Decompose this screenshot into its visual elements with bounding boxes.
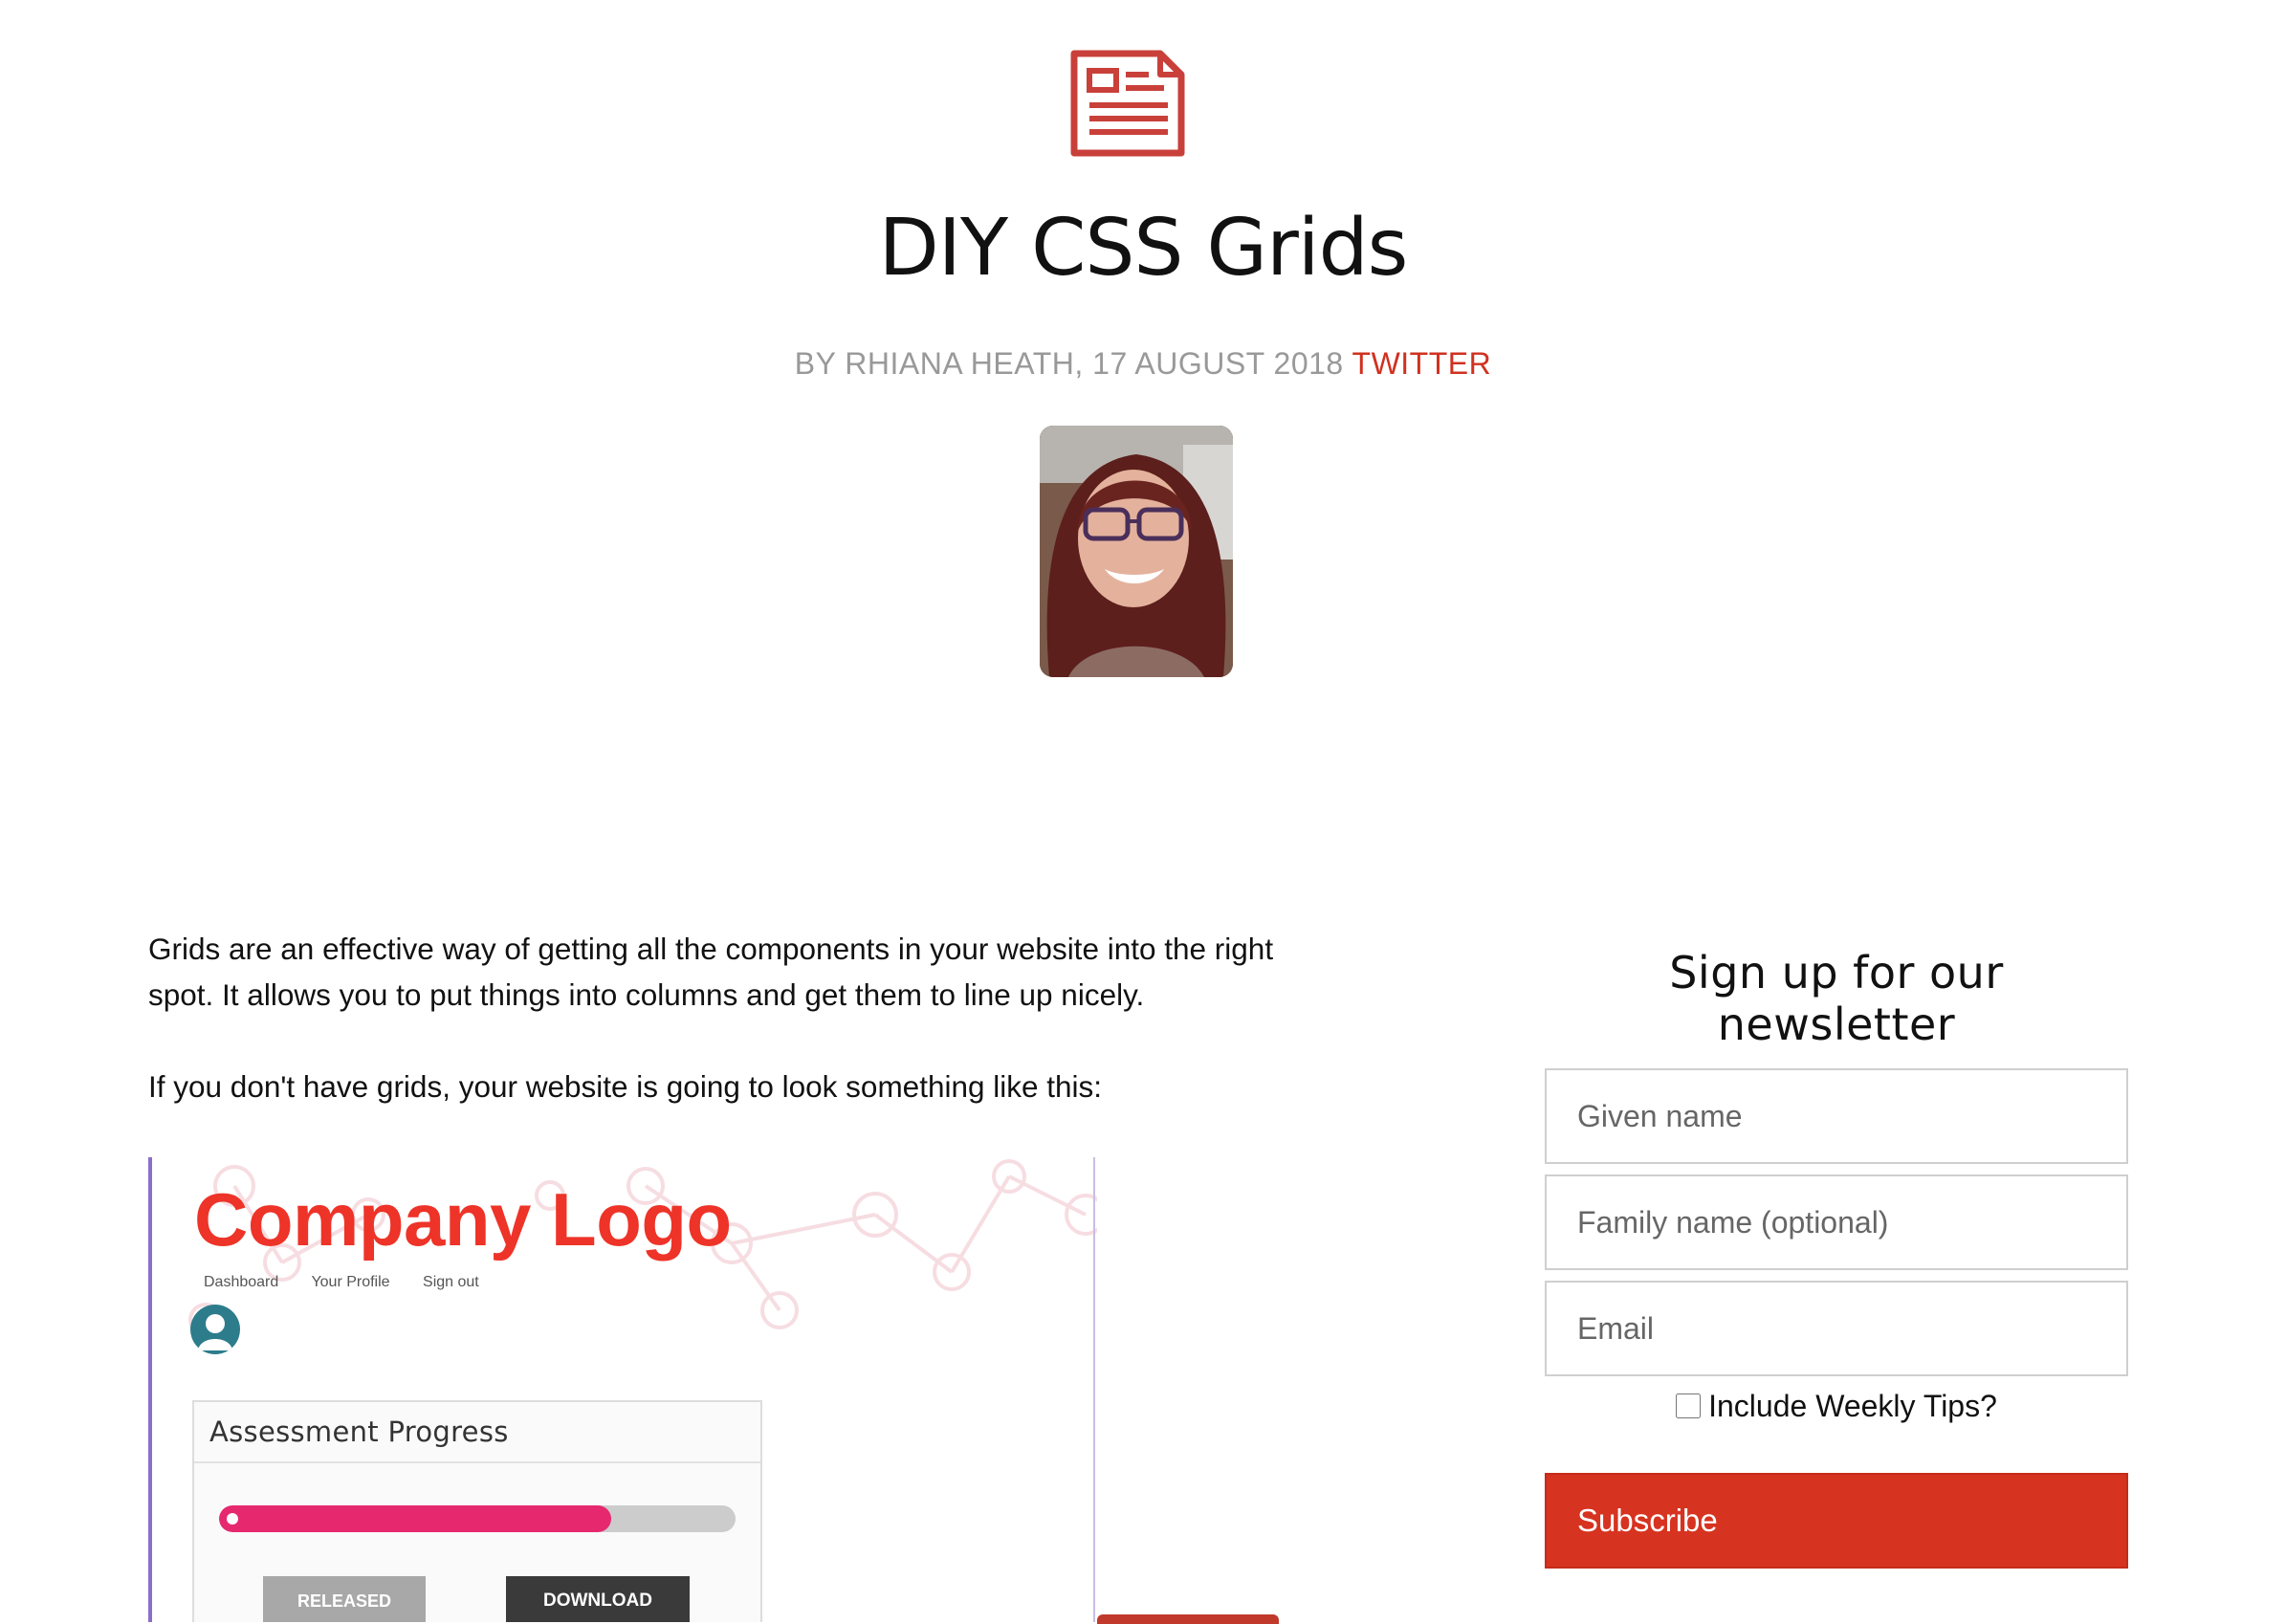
- assessment-progress-card: Assessment Progress RELEASED DOWNLOAD: [192, 1400, 762, 1622]
- newsletter-form: Sign up for our newsletter Include Weekl…: [1545, 947, 2128, 1569]
- download-button: DOWNLOAD: [506, 1576, 690, 1622]
- progress-fill: [219, 1505, 612, 1532]
- company-logo-text: Company Logo: [194, 1177, 732, 1262]
- author-photo: [1040, 426, 1233, 677]
- article-byline: BY RHIANA HEATH, 17 AUGUST 2018 TWITTER: [0, 346, 2286, 382]
- byline-text: BY RHIANA HEATH, 17 AUGUST 2018: [794, 346, 1344, 381]
- progress-dot: [227, 1513, 238, 1525]
- newspaper-icon: [1070, 50, 1185, 157]
- weekly-tips-checkbox[interactable]: [1676, 1393, 1702, 1418]
- figure-bottom-accent: [1097, 1614, 1279, 1624]
- example-nav-dashboard: Dashboard: [204, 1274, 279, 1290]
- family-name-input[interactable]: [1545, 1174, 2128, 1270]
- subscribe-button[interactable]: Subscribe: [1545, 1473, 2128, 1569]
- grid-line-left: [148, 1157, 152, 1622]
- given-name-input[interactable]: [1545, 1068, 2128, 1164]
- user-avatar-icon: [190, 1305, 240, 1354]
- paragraph-intro: Grids are an effective way of getting al…: [148, 932, 1274, 1012]
- paragraph-lead-in: If you don't have grids, your website is…: [148, 1069, 1103, 1104]
- card-title: Assessment Progress: [194, 1402, 760, 1463]
- example-nav: Dashboard Your Profile Sign out: [204, 1274, 508, 1291]
- grid-line-right: [1093, 1157, 1095, 1622]
- released-button: RELEASED: [263, 1576, 426, 1622]
- weekly-tips-label: Include Weekly Tips?: [1708, 1389, 1997, 1423]
- example-nav-profile: Your Profile: [311, 1274, 390, 1290]
- article-body: Grids are an effective way of getting al…: [148, 926, 1296, 1155]
- newsletter-heading: Sign up for our newsletter: [1669, 947, 2004, 1050]
- author-avatar: [1040, 426, 1233, 677]
- example-nav-signout: Sign out: [423, 1274, 479, 1290]
- twitter-link[interactable]: TWITTER: [1352, 346, 1492, 381]
- progress-bar: [219, 1505, 736, 1532]
- page-title: DIY CSS Grids: [878, 203, 1409, 294]
- email-input[interactable]: [1545, 1281, 2128, 1376]
- weekly-tips-row[interactable]: Include Weekly Tips?: [1545, 1389, 2128, 1424]
- example-screenshot: Company Logo Dashboard Your Profile Sign…: [148, 1157, 1097, 1622]
